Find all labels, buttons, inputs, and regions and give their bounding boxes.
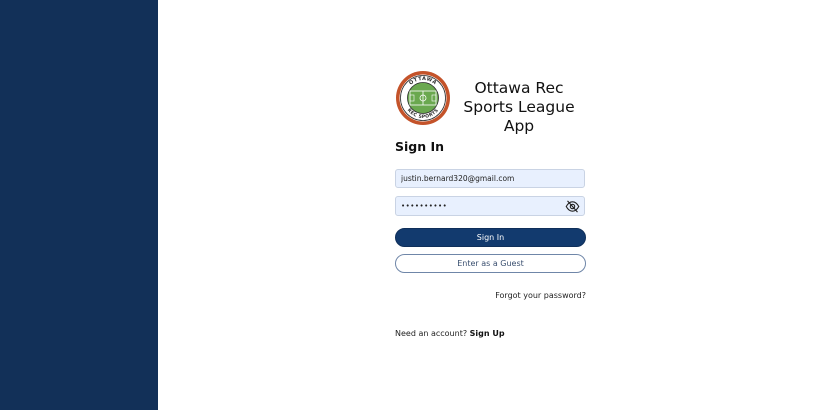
- forgot-password-link[interactable]: Forgot your password?: [495, 291, 586, 300]
- app-logo: OTTAWA REC SPORTS: [395, 70, 451, 126]
- signup-row: Need an account? Sign Up: [395, 329, 505, 338]
- enter-as-guest-button[interactable]: Enter as a Guest: [395, 254, 586, 273]
- need-account-text: Need an account?: [395, 329, 468, 338]
- email-field[interactable]: [395, 169, 585, 188]
- soccer-field-logo-icon: OTTAWA REC SPORTS: [396, 71, 450, 125]
- email-input[interactable]: [401, 174, 561, 183]
- password-field[interactable]: [395, 196, 585, 216]
- signin-heading: Sign In: [395, 139, 445, 154]
- app-title: Ottawa Rec Sports League App: [463, 79, 575, 135]
- left-brand-panel: [0, 0, 158, 410]
- password-input[interactable]: [401, 202, 561, 210]
- sign-in-button[interactable]: Sign In: [395, 228, 586, 247]
- toggle-password-visibility-icon[interactable]: [565, 199, 580, 214]
- sign-up-link[interactable]: Sign Up: [470, 329, 505, 338]
